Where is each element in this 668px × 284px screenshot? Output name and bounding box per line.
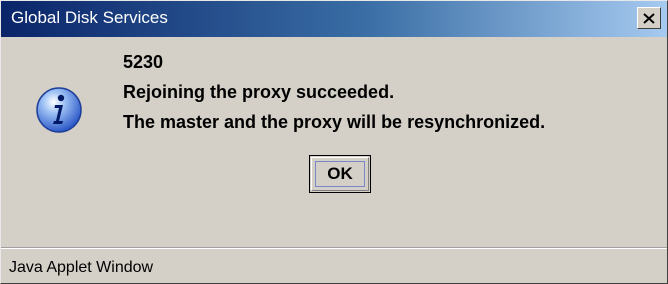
window-title: Global Disk Services — [11, 8, 168, 27]
title-bar[interactable]: Global Disk Services — [1, 1, 667, 37]
info-icon — [36, 87, 82, 133]
dialog-content: 5230 Rejoining the proxy succeeded. The … — [1, 38, 667, 244]
close-icon — [643, 12, 655, 24]
ok-button-label: OK — [327, 164, 353, 183]
message-text-line-1: Rejoining the proxy succeeded. — [123, 82, 395, 102]
close-button[interactable] — [637, 7, 661, 29]
status-bar-text: Java Applet Window — [9, 259, 154, 276]
message-text-line-2: The master and the proxy will be resynch… — [123, 112, 546, 132]
ok-button[interactable]: OK — [309, 155, 371, 193]
message-code: 5230 — [123, 52, 164, 72]
dialog-window: Global Disk Services 5230 Rejoining the … — [0, 0, 668, 284]
status-separator — [1, 247, 667, 249]
